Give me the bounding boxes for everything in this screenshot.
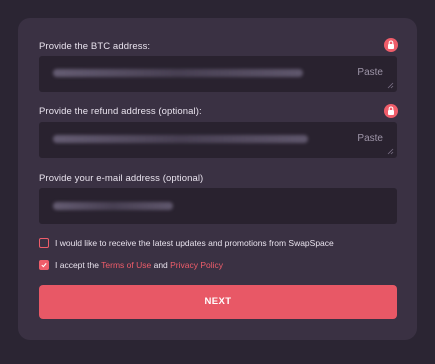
updates-checkbox[interactable]: [39, 238, 49, 248]
next-button[interactable]: NEXT: [39, 285, 397, 319]
terms-checkbox-label: I accept the Terms of Use and Privacy Po…: [55, 260, 223, 270]
refund-address-input[interactable]: Paste: [39, 122, 397, 158]
btc-paste-button[interactable]: Paste: [357, 67, 383, 78]
btc-address-value-obscured: [53, 69, 303, 77]
terms-and: and: [151, 260, 171, 270]
btc-address-label: Provide the BTC address:: [39, 41, 151, 52]
resize-handle-icon[interactable]: [387, 148, 394, 155]
refund-address-value-obscured: [53, 135, 308, 143]
updates-checkbox-label: I would like to receive the latest updat…: [55, 238, 334, 248]
terms-checkbox[interactable]: [39, 260, 49, 270]
privacy-policy-link[interactable]: Privacy Policy: [170, 260, 223, 270]
refund-paste-button[interactable]: Paste: [357, 133, 383, 144]
terms-of-use-link[interactable]: Terms of Use: [101, 260, 151, 270]
email-input[interactable]: [39, 188, 397, 224]
btc-address-input[interactable]: Paste: [39, 56, 397, 92]
terms-prefix: I accept the: [55, 260, 102, 270]
refund-address-label: Provide the refund address (optional):: [39, 106, 202, 117]
swap-form-panel: Provide the BTC address: Paste Provide t…: [18, 18, 417, 340]
email-label: Provide your e-mail address (optional): [39, 173, 204, 184]
lock-icon[interactable]: [384, 38, 398, 52]
resize-handle-icon[interactable]: [387, 82, 394, 89]
checkmark-icon: [41, 263, 47, 268]
email-value-obscured: [53, 202, 173, 210]
lock-icon[interactable]: [384, 104, 398, 118]
